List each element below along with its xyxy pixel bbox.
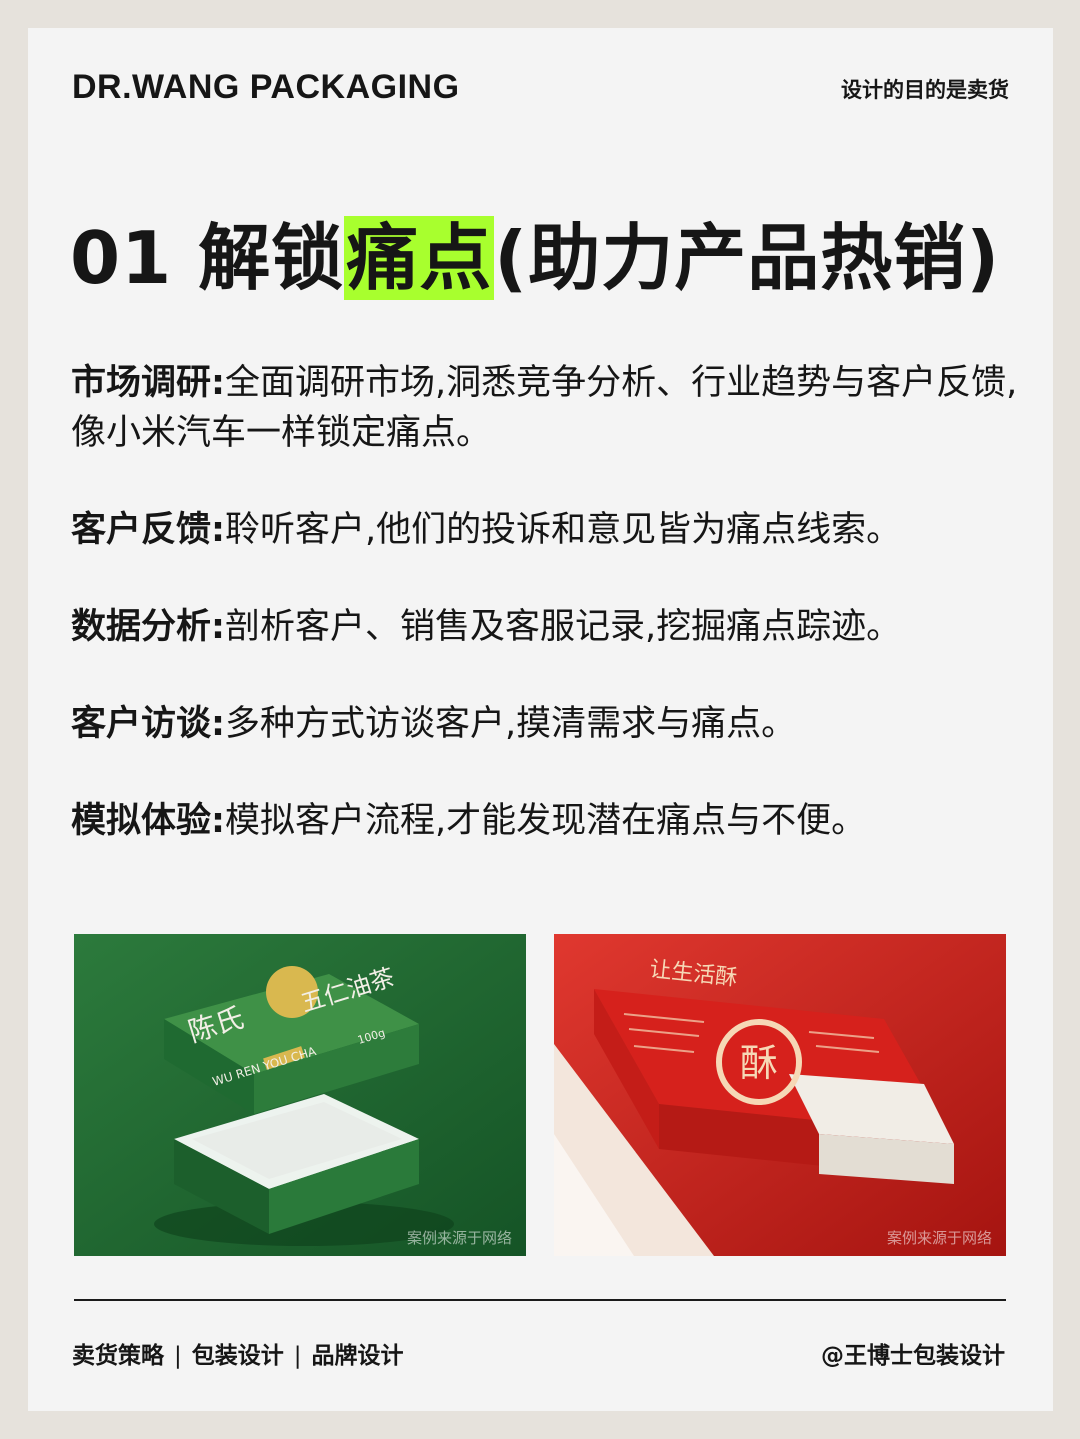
page-title: 01 解锁痛点(助力产品热销)	[70, 210, 1000, 306]
tag-packaging-design: 包装设计	[191, 1343, 284, 1369]
green-package-photo: 陈氏 五仁油茶 WU REN YOU CHA 100g 案例来源于网络	[74, 934, 526, 1256]
list-item: 模拟体验:模拟客户流程,才能发现潜在痛点与不便。	[71, 796, 1021, 846]
tag-separator: |	[293, 1343, 302, 1369]
list-item: 数据分析:剖析客户、销售及客服记录,挖掘痛点踪迹。	[71, 602, 1021, 652]
list-item: 客户访谈:多种方式访谈客户,摸清需求与痛点。	[71, 699, 1021, 749]
account-handle: @王博士包装设计	[821, 1343, 1005, 1369]
footer-tags: 卖货策略 | 包装设计 | 品牌设计	[72, 1336, 404, 1370]
tag-brand-design: 品牌设计	[311, 1343, 404, 1369]
item-text: 剖析客户、销售及客服记录,挖掘痛点踪迹。	[225, 607, 902, 647]
tag-separator: |	[174, 1343, 182, 1369]
item-label: 客户反馈:	[71, 510, 225, 550]
title-highlight: 痛点	[344, 216, 495, 300]
item-text: 多种方式访谈客户,摸清需求与痛点。	[225, 704, 797, 744]
red-box-illustration: 酥 让生活酥	[554, 934, 1006, 1256]
footer-divider	[74, 1299, 1006, 1301]
red-package-photo: 酥 让生活酥 案例来源于网络	[554, 934, 1006, 1256]
item-label: 模拟体验:	[71, 801, 225, 841]
brand-name: DR.WANG PACKAGING	[72, 68, 460, 106]
photo-watermark: 案例来源于网络	[406, 1229, 512, 1247]
tag-selling-strategy: 卖货策略	[72, 1343, 164, 1369]
box-stamp: 酥	[740, 1041, 778, 1085]
title-prefix: 01 解锁	[70, 216, 345, 300]
list-item: 客户反馈:聆听客户,他们的投诉和意见皆为痛点线索。	[71, 505, 1021, 555]
photo-watermark: 案例来源于网络	[886, 1229, 992, 1247]
green-box-illustration: 陈氏 五仁油茶 WU REN YOU CHA 100g	[74, 934, 526, 1256]
case-photos: 陈氏 五仁油茶 WU REN YOU CHA 100g 案例来源于网络 酥 让生…	[74, 934, 1007, 1256]
list-item: 市场调研:全面调研市场,洞悉竞争分析、行业趋势与客户反馈,像小米汽车一样锁定痛点…	[71, 358, 1021, 458]
title-suffix: (助力产品热销)	[494, 216, 1001, 300]
point-list: 市场调研:全面调研市场,洞悉竞争分析、行业趋势与客户反馈,像小米汽车一样锁定痛点…	[71, 358, 1021, 846]
item-text: 聆听客户,他们的投诉和意见皆为痛点线索。	[225, 510, 902, 550]
item-text: 模拟客户流程,才能发现潜在痛点与不便。	[225, 801, 867, 841]
slogan: 设计的目的是卖货	[841, 78, 1009, 102]
item-label: 客户访谈:	[71, 704, 225, 744]
item-label: 市场调研:	[71, 363, 225, 403]
item-label: 数据分析:	[71, 607, 225, 647]
poster-card: DR.WANG PACKAGING 设计的目的是卖货 01 解锁痛点(助力产品热…	[28, 28, 1053, 1411]
